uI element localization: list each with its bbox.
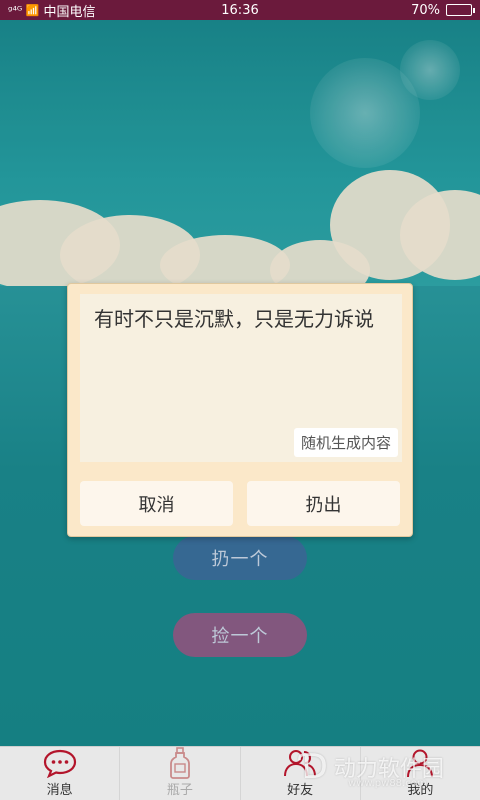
watermark-url: www.pw88.com — [348, 778, 427, 789]
throw-bottle-dialog: 有时不只是沉默，只是无力诉说 随机生成内容 取消 扔出 — [67, 283, 413, 537]
battery-percent: 70% — [411, 2, 440, 18]
carrier-name: 中国电信 — [43, 4, 96, 20]
watermark: Ɗ 动力软件园 www.pw88.com — [300, 742, 480, 792]
tab-bottle[interactable]: 瓶子 — [120, 747, 241, 800]
cancel-button[interactable]: 取消 — [80, 481, 233, 526]
watermark-logo-icon: Ɗ — [300, 747, 328, 787]
message-icon — [43, 747, 77, 779]
tab-label: 瓶子 — [166, 783, 193, 798]
tab-messages[interactable]: 消息 — [0, 747, 121, 800]
status-bar: ᵍ⁴ᴳ 📶 中国电信 16:36 70% — [0, 0, 480, 20]
throw-out-button[interactable]: 扔出 — [247, 481, 400, 526]
clock: 16:36 — [221, 2, 259, 18]
bottle-icon — [163, 747, 197, 779]
tab-label: 消息 — [46, 783, 73, 798]
signal-icon: ᵍ⁴ᴳ 📶 — [8, 3, 40, 17]
battery-icon — [446, 4, 475, 16]
random-generate-button[interactable]: 随机生成内容 — [293, 428, 398, 457]
